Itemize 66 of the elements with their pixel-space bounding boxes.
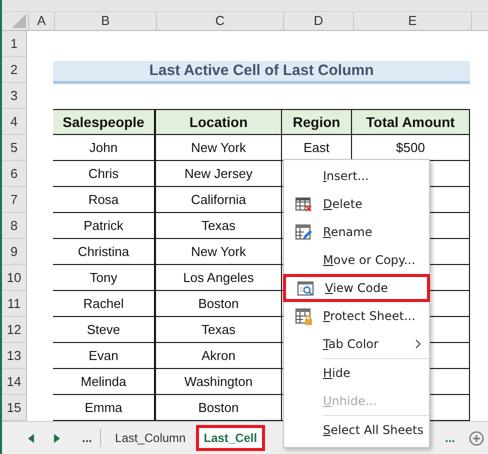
table-cell: Boston [155, 291, 282, 317]
column-heading: Total Amount [352, 109, 470, 135]
row-header[interactable]: 15 [2, 395, 27, 421]
view-code-icon [297, 280, 314, 296]
table-cell: Christina [53, 239, 155, 265]
row-header[interactable]: 2 [2, 57, 27, 83]
table-cell: Akron [155, 343, 282, 369]
sheet-tab[interactable]: Last_Cell [196, 425, 266, 451]
column-heading: Region [282, 109, 352, 135]
table-cell: Washington [155, 369, 282, 395]
row-header[interactable]: 3 [2, 83, 27, 109]
menu-item[interactable]: Rename [284, 218, 429, 246]
add-sheet-icon[interactable] [469, 430, 484, 446]
table-cell: New Jersey [155, 161, 282, 187]
row-header[interactable]: 13 [2, 343, 27, 369]
column-heading: Salespeople [53, 109, 155, 135]
table-cell: Evan [53, 343, 155, 369]
row-header[interactable]: 10 [2, 265, 27, 291]
column-header[interactable]: A [29, 12, 55, 30]
table-cell: Chris [53, 161, 155, 187]
table-cell: Texas [155, 317, 282, 343]
table-cell: Los Angeles [155, 265, 282, 291]
menu-item[interactable]: Delete [284, 190, 429, 218]
menu-item[interactable]: Move or Copy... [284, 246, 429, 274]
row-header[interactable]: 4 [2, 109, 27, 135]
menu-item[interactable]: Hide [284, 359, 429, 387]
table-cell: John [53, 135, 155, 161]
row-header[interactable]: 5 [2, 135, 27, 161]
table-cell: Rosa [53, 187, 155, 213]
menu-item: Unhide... [322, 393, 378, 410]
column-header[interactable]: B [55, 12, 157, 30]
menu-item[interactable]: Insert... [284, 162, 429, 190]
scroll-left-icon[interactable] [28, 434, 34, 442]
more-tabs-button[interactable]: ... [82, 431, 92, 445]
table-cell: Patrick [53, 213, 155, 239]
table-cell: Steve [53, 317, 155, 343]
rename-sheet-icon [295, 224, 312, 240]
row-header[interactable]: 6 [2, 161, 27, 187]
row-header[interactable]: 7 [2, 187, 27, 213]
column-header[interactable]: E [354, 12, 472, 30]
row-header[interactable]: 9 [2, 239, 27, 265]
column-heading: Location [155, 109, 282, 135]
sheet-tab[interactable]: Last_Column [107, 425, 194, 451]
menu-item[interactable]: Tab Color [284, 330, 429, 358]
row-header[interactable]: 1 [2, 31, 27, 57]
table-cell: Melinda [53, 369, 155, 395]
table-cell: New York [155, 239, 282, 265]
table-cell: New York [155, 135, 282, 161]
table-cell: California [155, 187, 282, 213]
title-banner: Last Active Cell of Last Column [53, 61, 470, 84]
menu-item[interactable]: Protect Sheet... [284, 302, 429, 330]
column-header[interactable]: C [157, 12, 284, 30]
table-cell: Texas [155, 213, 282, 239]
scroll-right-icon[interactable] [54, 434, 60, 442]
row-header[interactable]: 8 [2, 213, 27, 239]
row-header[interactable]: 14 [2, 369, 27, 395]
table-cell: Rachel [53, 291, 155, 317]
more-tabs-button[interactable]: ... [444, 431, 455, 445]
table-cell: Tony [53, 265, 155, 291]
protect-sheet-icon [295, 308, 312, 324]
row-header[interactable]: 12 [2, 317, 27, 343]
delete-sheet-icon [295, 196, 312, 212]
menu-item[interactable]: View Code [283, 274, 430, 302]
menu-item[interactable]: Select All Sheets [284, 416, 429, 444]
column-header[interactable]: D [284, 12, 354, 30]
row-header[interactable]: 11 [2, 291, 27, 317]
